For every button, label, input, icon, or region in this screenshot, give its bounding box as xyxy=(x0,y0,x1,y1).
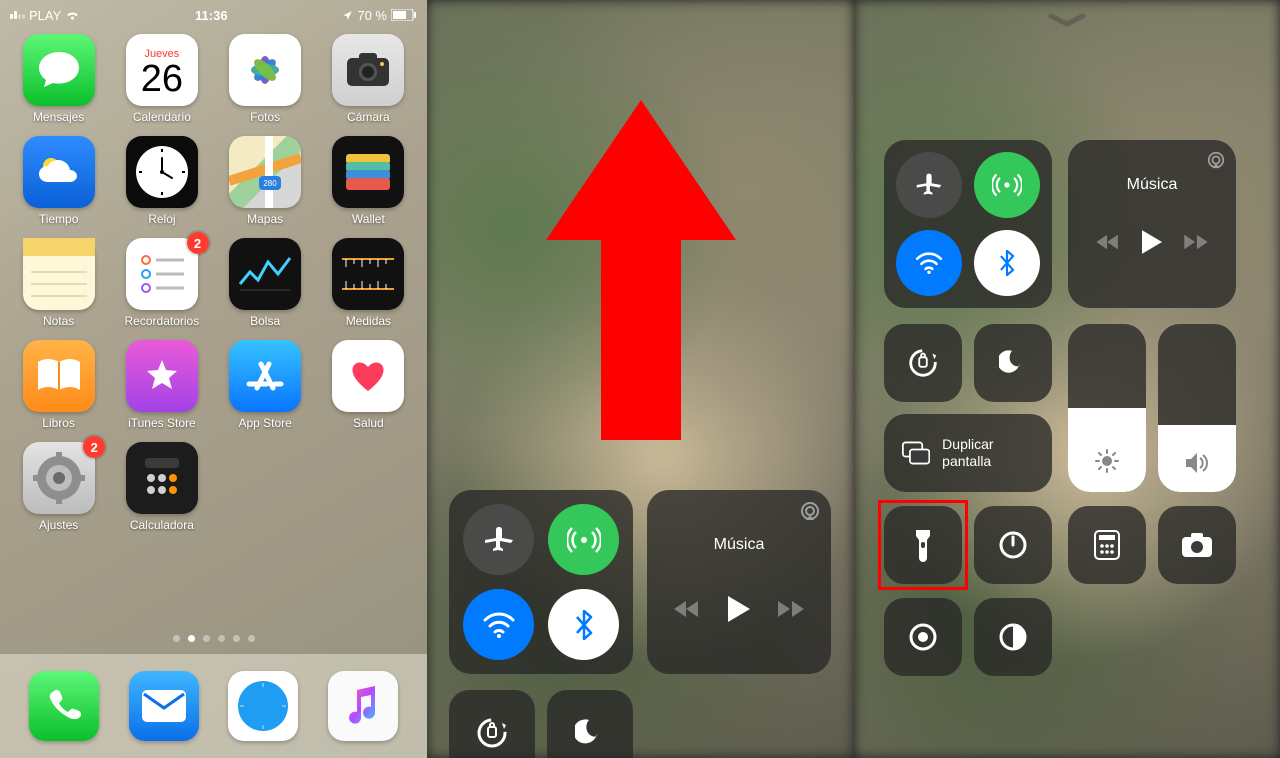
app-grid: Mensajes Jueves 26 Calendario Fotos Cáma… xyxy=(0,34,427,532)
swipe-up-arrow-icon xyxy=(546,100,736,440)
dnd-toggle[interactable] xyxy=(547,690,633,758)
bluetooth-toggle[interactable] xyxy=(974,230,1040,296)
screen-mirror-button[interactable]: Duplicar pantalla xyxy=(884,414,1052,492)
calculator-button[interactable] xyxy=(1068,506,1146,584)
wifi-icon xyxy=(65,10,80,21)
brightness-slider[interactable] xyxy=(1068,324,1146,492)
app-messages[interactable]: Mensajes xyxy=(18,34,99,124)
screen-mirror-icon xyxy=(902,440,930,466)
prev-track-icon[interactable] xyxy=(1096,233,1120,251)
carrier-label: PLAY xyxy=(29,8,61,23)
camera-button[interactable] xyxy=(1158,506,1236,584)
rotation-lock-toggle[interactable] xyxy=(884,324,962,402)
play-icon[interactable] xyxy=(728,596,750,622)
connectivity-module[interactable] xyxy=(884,140,1052,308)
homescreen-panel: PLAY 11:36 70 % Mensajes Jueves 26 Calen… xyxy=(0,0,427,758)
rotation-lock-toggle[interactable] xyxy=(449,690,535,758)
airplane-mode-toggle[interactable] xyxy=(463,504,534,575)
dock-safari[interactable] xyxy=(228,671,298,741)
app-clock[interactable]: Reloj xyxy=(121,136,202,226)
dock-music[interactable] xyxy=(328,671,398,741)
clock-label: 11:36 xyxy=(195,8,228,23)
next-track-icon[interactable] xyxy=(778,599,804,619)
screen-record-button[interactable] xyxy=(884,598,962,676)
play-icon[interactable] xyxy=(1142,230,1162,254)
app-health[interactable]: Salud xyxy=(328,340,409,430)
chevron-down-icon[interactable] xyxy=(1047,12,1087,30)
prev-track-icon[interactable] xyxy=(674,599,700,619)
battery-icon xyxy=(391,9,417,21)
app-maps[interactable]: 280 Mapas xyxy=(225,136,306,226)
svg-text:280: 280 xyxy=(263,179,277,188)
brightness-icon xyxy=(1068,448,1146,474)
airplay-icon[interactable] xyxy=(799,500,821,522)
app-weather[interactable]: Tiempo xyxy=(18,136,99,226)
badge: 2 xyxy=(83,436,105,458)
bluetooth-toggle[interactable] xyxy=(548,589,619,660)
app-camera[interactable]: Cámara xyxy=(328,34,409,124)
connectivity-module[interactable] xyxy=(449,490,633,674)
volume-icon xyxy=(1158,452,1236,474)
wifi-toggle[interactable] xyxy=(896,230,962,296)
media-module[interactable]: Música xyxy=(647,490,831,674)
dnd-toggle[interactable] xyxy=(974,324,1052,402)
cellular-data-toggle[interactable] xyxy=(548,504,619,575)
cellular-data-toggle[interactable] xyxy=(974,152,1040,218)
app-measure[interactable]: Medidas xyxy=(328,238,409,328)
app-photos[interactable]: Fotos xyxy=(225,34,306,124)
app-calendar[interactable]: Jueves 26 Calendario xyxy=(121,34,202,124)
screen-mirror-label: Duplicar pantalla xyxy=(942,436,1034,470)
media-module[interactable]: Música xyxy=(1068,140,1236,308)
volume-slider[interactable] xyxy=(1158,324,1236,492)
app-wallet[interactable]: Wallet xyxy=(328,136,409,226)
page-indicator[interactable] xyxy=(0,635,427,642)
accessibility-contrast-button[interactable] xyxy=(974,598,1052,676)
media-title: Música xyxy=(1076,176,1228,194)
airplay-icon[interactable] xyxy=(1206,150,1226,170)
app-itunes-store[interactable]: iTunes Store xyxy=(121,340,202,430)
app-settings[interactable]: 2 Ajustes xyxy=(18,442,99,532)
app-reminders[interactable]: 2 Recordatorios xyxy=(121,238,202,328)
dock-phone[interactable] xyxy=(29,671,99,741)
highlight-flashlight xyxy=(878,500,968,590)
next-track-icon[interactable] xyxy=(1184,233,1208,251)
location-icon xyxy=(342,10,353,21)
wifi-toggle[interactable] xyxy=(463,589,534,660)
battery-pct: 70 % xyxy=(357,8,387,23)
app-appstore[interactable]: App Store xyxy=(225,340,306,430)
media-title: Música xyxy=(657,536,821,554)
airplane-mode-toggle[interactable] xyxy=(896,152,962,218)
app-calculator[interactable]: Calculadora xyxy=(121,442,202,532)
app-books[interactable]: Libros xyxy=(18,340,99,430)
badge: 2 xyxy=(187,232,209,254)
app-stocks[interactable]: Bolsa xyxy=(225,238,306,328)
status-bar: PLAY 11:36 70 % xyxy=(0,0,427,26)
signal-icon xyxy=(10,11,25,19)
control-center-panel: Música Duplicar pantalla xyxy=(854,0,1280,758)
app-notes[interactable]: Notas xyxy=(18,238,99,328)
dock-mail[interactable] xyxy=(129,671,199,741)
swipe-up-panel: Música xyxy=(427,0,854,758)
dock xyxy=(0,654,427,758)
timer-button[interactable] xyxy=(974,506,1052,584)
